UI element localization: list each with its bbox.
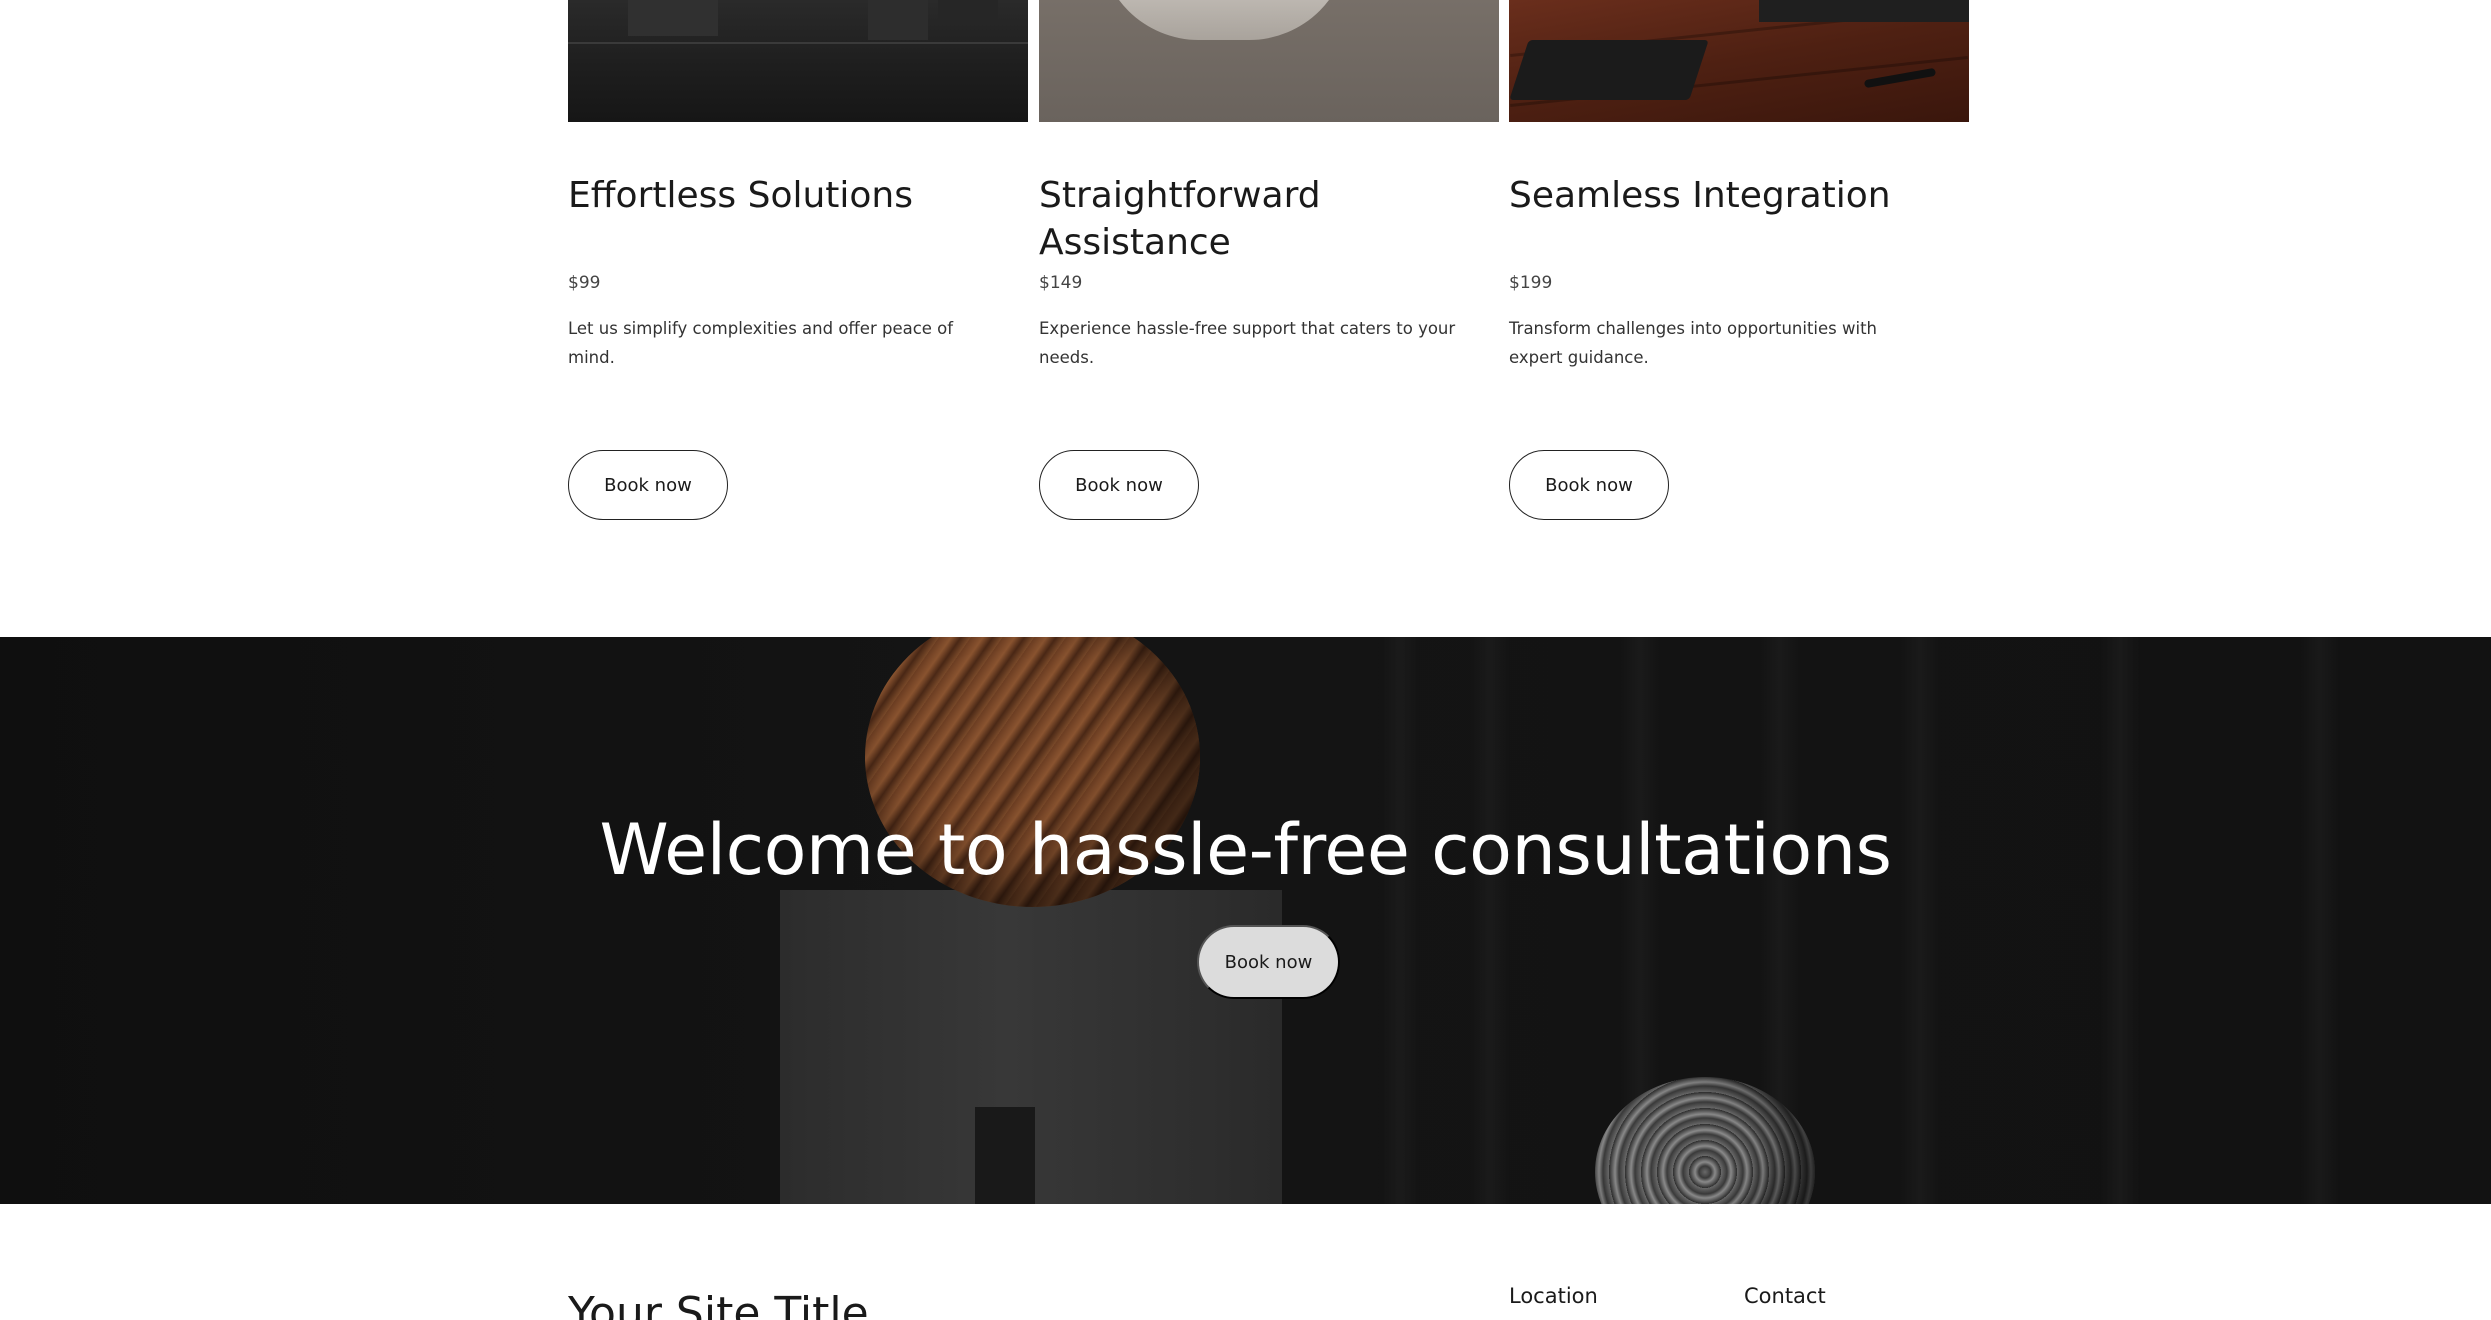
book-now-button[interactable]: Book now <box>1509 450 1669 520</box>
service-title: Effortless Solutions <box>568 175 914 216</box>
service-image <box>568 0 1028 122</box>
banner-heading: Welcome to hassle-free consultations <box>599 809 1892 891</box>
service-image <box>1039 0 1499 122</box>
service-title: Straightforward Assistance <box>1039 175 1321 263</box>
service-price: $149 <box>1039 273 1083 293</box>
footer-site-title[interactable]: Your Site Title <box>568 1288 869 1320</box>
footer-contact-heading: Contact <box>1744 1284 1826 1308</box>
service-card-straightforward-assistance: Straightforward Assistance $149 Experien… <box>1039 0 1499 520</box>
footer-location-heading: Location <box>1509 1284 1598 1308</box>
service-description: Let us simplify complexities and offer p… <box>568 319 954 367</box>
service-card-effortless-solutions: Effortless Solutions $99 Let us simplify… <box>568 0 1028 520</box>
banner-book-now-button[interactable]: Book now <box>1197 925 1340 999</box>
book-now-button[interactable]: Book now <box>1039 450 1199 520</box>
services-section: Effortless Solutions $99 Let us simplify… <box>0 0 2491 637</box>
hero-banner: Welcome to hassle-free consultations Boo… <box>0 637 2491 1204</box>
service-card-seamless-integration: Seamless Integration $199 Transform chal… <box>1509 0 1969 520</box>
service-price: $99 <box>568 273 601 293</box>
book-now-button[interactable]: Book now <box>568 450 728 520</box>
service-description: Transform challenges into opportunities … <box>1509 319 1877 367</box>
service-description: Experience hassle-free support that cate… <box>1039 319 1456 367</box>
service-price: $199 <box>1509 273 1553 293</box>
footer: Your Site Title Location Contact <box>0 1204 2491 1320</box>
service-image <box>1509 0 1969 122</box>
service-title: Seamless Integration <box>1509 175 1891 216</box>
